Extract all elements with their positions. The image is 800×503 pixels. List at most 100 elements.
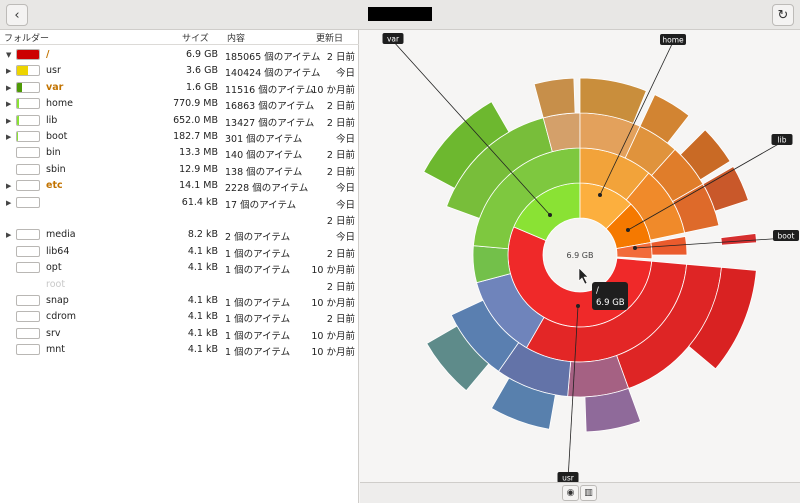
folder-contents: 16863 個のアイテム xyxy=(225,101,315,113)
folder-row[interactable]: mnt 4.1 kB 1 個のアイテム 10 か月前 xyxy=(0,342,359,358)
callout-label: lib xyxy=(778,136,787,145)
folder-name: home xyxy=(46,98,73,110)
folder-modified: 2 日前 xyxy=(326,150,355,162)
folder-row[interactable]: bin 13.3 MB 140 個のアイテム 2 日前 xyxy=(0,145,359,161)
usage-bar-fill xyxy=(17,115,19,125)
expander-icon[interactable]: ▶ xyxy=(6,182,11,190)
usage-bar xyxy=(16,245,40,257)
tooltip-name: / xyxy=(596,286,599,296)
column-contents[interactable]: 内容 xyxy=(227,31,245,44)
usage-bar xyxy=(16,131,40,142)
folder-row[interactable]: ▼ / 6.9 GB 185065 個のアイテム 2 日前 xyxy=(0,47,359,63)
column-headers: フォルダー サイズ 内容 更新日 xyxy=(0,30,359,45)
folder-size: 13.3 MB xyxy=(179,147,218,159)
folder-size: 8.2 kB xyxy=(187,229,218,241)
ring-segment[interactable] xyxy=(720,232,757,246)
folder-name: var xyxy=(46,81,64,93)
folder-modified: 2 日前 xyxy=(326,117,355,129)
callout-label: usr xyxy=(562,474,575,483)
folder-size: 61.4 kB xyxy=(181,196,218,208)
folder-contents: 1 個のアイテム xyxy=(225,265,291,277)
folder-size: 3.6 GB xyxy=(185,65,218,77)
folder-modified: 2 日前 xyxy=(326,248,355,260)
folder-modified: 2 日前 xyxy=(326,314,355,326)
back-button[interactable]: ‹ xyxy=(6,4,28,26)
ring-chart-toggle[interactable]: ◉ xyxy=(562,485,579,501)
expander-icon[interactable]: ▶ xyxy=(6,231,11,239)
folder-row[interactable]: ▶ var 1.6 GB 11516 個のアイテム 10 か月前 xyxy=(0,80,359,96)
folder-size: 652.0 MB xyxy=(173,114,218,126)
expander-icon[interactable]: ▶ xyxy=(6,67,11,75)
folder-row[interactable]: root 2 日前 xyxy=(0,277,359,293)
usage-bar xyxy=(16,114,40,126)
usage-bar xyxy=(16,98,40,110)
column-size[interactable]: サイズ xyxy=(182,31,209,44)
callout-anchor xyxy=(598,193,602,197)
folder-row[interactable]: ▶ etc 14.1 MB 2228 個のアイテム 今日 xyxy=(0,178,359,194)
column-folder[interactable]: フォルダー xyxy=(4,31,49,44)
folder-row[interactable]: ▶ media 8.2 kB 2 個のアイテム 今日 xyxy=(0,227,359,243)
callout-anchor xyxy=(576,304,580,308)
callout-label: var xyxy=(387,35,400,44)
folder-modified: 2 日前 xyxy=(326,166,355,178)
usage-bar xyxy=(16,65,40,77)
refresh-button[interactable]: ↻ xyxy=(772,4,794,26)
folder-contents: 140 個のアイテム xyxy=(225,150,303,162)
folder-modified: 10 か月前 xyxy=(311,347,355,359)
folder-size: 770.9 MB xyxy=(173,98,218,110)
folder-contents: 138 個のアイテム xyxy=(225,166,303,178)
folder-row[interactable]: sbin 12.9 MB 138 個のアイテム 2 日前 xyxy=(0,162,359,178)
expander-icon[interactable]: ▶ xyxy=(6,84,11,92)
usage-bar xyxy=(16,147,40,159)
usage-bar xyxy=(16,81,40,93)
folder-row[interactable]: cdrom 4.1 kB 1 個のアイテム 2 日前 xyxy=(0,309,359,325)
expander-icon[interactable]: ▶ xyxy=(6,199,11,207)
folder-contents: 1 個のアイテム xyxy=(225,347,291,359)
center-size-label: 6.9 GB xyxy=(567,251,594,260)
back-icon: ‹ xyxy=(14,7,20,23)
folder-name: srv xyxy=(46,327,61,339)
folder-row[interactable]: snap 4.1 kB 1 個のアイテム 10 か月前 xyxy=(0,293,359,309)
folder-modified: 2 日前 xyxy=(326,281,355,293)
folder-modified: 10 か月前 xyxy=(311,84,355,96)
folder-row[interactable]: lib64 4.1 kB 1 個のアイテム 2 日前 xyxy=(0,244,359,260)
expander-icon[interactable]: ▶ xyxy=(6,133,11,141)
folder-name: lib64 xyxy=(46,245,70,257)
folder-modified: 2 日前 xyxy=(326,216,355,227)
expander-icon[interactable]: ▶ xyxy=(6,100,11,108)
usage-bar xyxy=(16,163,40,175)
folder-row[interactable]: ▶ 61.4 kB 17 個のアイテム 今日 xyxy=(0,195,359,211)
folder-size: 6.9 GB xyxy=(185,49,218,60)
ring-chart[interactable]: 6.9 GB var home lib boot usr / 6.9 GB xyxy=(360,30,800,482)
callout-label: boot xyxy=(778,232,795,241)
folder-row[interactable]: opt 4.1 kB 1 個のアイテム 10 か月前 xyxy=(0,260,359,276)
window-title xyxy=(368,7,432,21)
folder-row[interactable]: srv 4.1 kB 1 個のアイテム 10 か月前 xyxy=(0,326,359,342)
ring-segment[interactable] xyxy=(533,77,576,119)
folder-row[interactable]: ▶ home 770.9 MB 16863 個のアイテム 2 日前 xyxy=(0,96,359,112)
usage-bar xyxy=(16,327,40,339)
folder-row[interactable]: ▶ lib 652.0 MB 13427 個のアイテム 2 日前 xyxy=(0,113,359,129)
folder-modified: 2 日前 xyxy=(326,52,355,63)
header-bar: ‹ ↻ xyxy=(0,0,800,30)
expander-icon[interactable]: ▼ xyxy=(6,51,11,59)
chart-footer: ◉ ▥ xyxy=(360,482,800,503)
folder-row[interactable]: ▶ usr 3.6 GB 140424 個のアイテム 今日 xyxy=(0,63,359,79)
column-modified[interactable]: 更新日 xyxy=(316,31,343,44)
tooltip-size: 6.9 GB xyxy=(596,298,625,308)
folder-contents: 1 個のアイテム xyxy=(225,298,291,309)
usage-bar-fill xyxy=(17,82,23,92)
folder-name: sbin xyxy=(46,163,66,175)
expander-icon[interactable]: ▶ xyxy=(6,117,11,125)
folder-name: mnt xyxy=(46,344,65,356)
folder-contents: 2 個のアイテム xyxy=(225,232,291,244)
folder-name: etc xyxy=(46,180,63,192)
folder-contents: 11516 個のアイテム xyxy=(225,84,315,96)
folder-modified: 10 か月前 xyxy=(311,265,355,277)
treemap-toggle[interactable]: ▥ xyxy=(580,485,597,501)
folder-size: 14.1 MB xyxy=(179,180,218,192)
folder-row[interactable]: ▶ boot 182.7 MB 301 個のアイテム 今日 xyxy=(0,129,359,145)
folder-size: 12.9 MB xyxy=(179,163,218,175)
folder-row[interactable]: 2 日前 xyxy=(0,211,359,227)
folder-size: 4.1 kB xyxy=(187,245,218,257)
